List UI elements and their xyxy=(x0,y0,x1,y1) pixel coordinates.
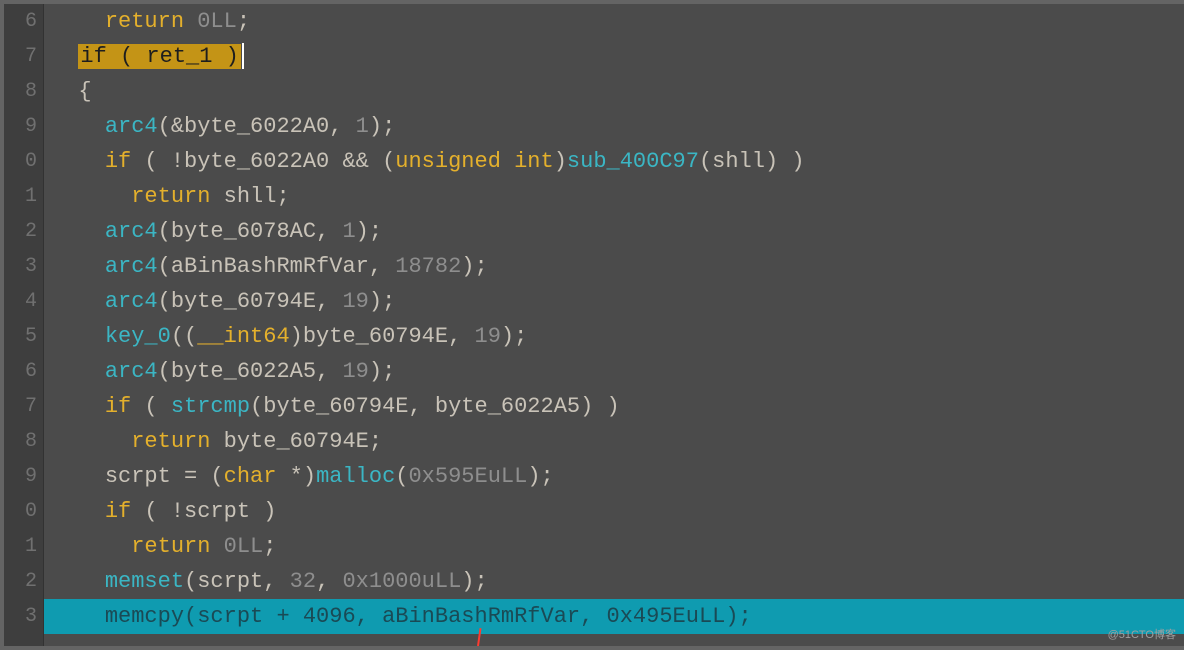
line-number: 8 xyxy=(4,424,43,459)
code-line[interactable]: if ( !scrpt ) xyxy=(44,494,1184,529)
numeric-literal: 0LL xyxy=(197,9,237,34)
code-line[interactable]: arc4(&byte_6022A0, 1); xyxy=(44,109,1184,144)
line-number: 5 xyxy=(4,319,43,354)
function-call: malloc xyxy=(316,464,395,489)
identifier: byte_6022A5 xyxy=(435,394,580,419)
code-line[interactable]: arc4(byte_6078AC, 1); xyxy=(44,214,1184,249)
function-call: arc4 xyxy=(105,254,158,279)
numeric-literal: 19 xyxy=(342,359,368,384)
function-call: memcpy xyxy=(105,604,184,629)
keyword-return: return xyxy=(131,184,210,209)
line-number: 1 xyxy=(4,529,43,564)
brace-open: { xyxy=(78,79,91,104)
line-number: 7 xyxy=(4,389,43,424)
code-line-current[interactable]: memcpy(scrpt + 4096, aBinBashRmRfVar, 0x… xyxy=(44,599,1184,634)
keyword-return: return xyxy=(131,534,210,559)
identifier: shll xyxy=(712,149,765,174)
type-cast: __int64 xyxy=(197,324,289,349)
numeric-literal: 19 xyxy=(475,324,501,349)
numeric-literal: 1 xyxy=(342,219,355,244)
code-line[interactable]: { xyxy=(44,74,1184,109)
line-number: 8 xyxy=(4,74,43,109)
identifier: byte_6022A5 xyxy=(171,359,316,384)
function-call: memset xyxy=(105,569,184,594)
line-number: 3 xyxy=(4,249,43,284)
identifier: byte_60794E xyxy=(224,429,369,454)
identifier: byte_6022A0 xyxy=(184,114,329,139)
line-number: 3 xyxy=(4,599,43,634)
function-call: sub_400C97 xyxy=(567,149,699,174)
line-number: 0 xyxy=(4,144,43,179)
text-cursor xyxy=(242,43,244,69)
function-call: arc4 xyxy=(105,114,158,139)
function-call: arc4 xyxy=(105,359,158,384)
code-line[interactable]: memset(scrpt, 32, 0x1000uLL); xyxy=(44,564,1184,599)
identifier: aBinBashRmRfVar xyxy=(171,254,369,279)
line-number: 9 xyxy=(4,109,43,144)
numeric-literal: 0x1000uLL xyxy=(342,569,461,594)
identifier: byte_60794E xyxy=(263,394,408,419)
code-line[interactable]: arc4(aBinBashRmRfVar, 18782); xyxy=(44,249,1184,284)
code-line[interactable]: return 0LL; xyxy=(44,529,1184,564)
code-line[interactable]: if ( !byte_6022A0 && (unsigned int)sub_4… xyxy=(44,144,1184,179)
code-line[interactable]: scrpt = (char *)malloc(0x595EuLL); xyxy=(44,459,1184,494)
numeric-literal: 32 xyxy=(290,569,316,594)
type-cast: unsigned int xyxy=(395,149,553,174)
keyword-return: return xyxy=(131,429,210,454)
code-line[interactable]: if ( ret_1 ) xyxy=(44,39,1184,74)
line-number: 9 xyxy=(4,459,43,494)
code-editor[interactable]: 6 7 8 9 0 1 2 3 4 5 6 7 8 9 0 1 2 3 retu… xyxy=(0,0,1184,650)
identifier: byte_6022A0 xyxy=(184,149,329,174)
line-number: 2 xyxy=(4,564,43,599)
identifier: scrpt xyxy=(197,604,263,629)
line-number: 0 xyxy=(4,494,43,529)
line-number: 7 xyxy=(4,39,43,74)
identifier: scrpt xyxy=(105,464,171,489)
numeric-literal: 0x495EuLL xyxy=(607,604,726,629)
identifier: shll xyxy=(224,184,277,209)
numeric-literal: 18782 xyxy=(395,254,461,279)
keyword-if: if xyxy=(105,499,131,524)
line-number-gutter: 6 7 8 9 0 1 2 3 4 5 6 7 8 9 0 1 2 3 xyxy=(4,4,44,646)
code-line[interactable]: return byte_60794E; xyxy=(44,424,1184,459)
function-call: arc4 xyxy=(105,219,158,244)
code-area[interactable]: return 0LL; if ( ret_1 ) { arc4(&byte_60… xyxy=(44,4,1184,646)
keyword-if: if xyxy=(105,149,131,174)
code-line[interactable]: arc4(byte_6022A5, 19); xyxy=(44,354,1184,389)
function-call: arc4 xyxy=(105,289,158,314)
numeric-literal: 0x595EuLL xyxy=(408,464,527,489)
identifier: aBinBashRmRfVar xyxy=(382,604,580,629)
line-number: 6 xyxy=(4,354,43,389)
numeric-literal: 19 xyxy=(342,289,368,314)
identifier: scrpt xyxy=(197,569,263,594)
line-number: 4 xyxy=(4,284,43,319)
highlighted-if-condition: if ( ret_1 ) xyxy=(78,44,240,69)
function-call: strcmp xyxy=(171,394,250,419)
numeric-literal: 4096 xyxy=(303,604,356,629)
identifier: byte_60794E xyxy=(303,324,448,349)
indent xyxy=(52,44,78,69)
code-line[interactable]: return shll; xyxy=(44,179,1184,214)
function-call: key_0 xyxy=(105,324,171,349)
code-line[interactable]: if ( strcmp(byte_60794E, byte_6022A5) ) xyxy=(44,389,1184,424)
keyword-if: if xyxy=(105,394,131,419)
line-number: 1 xyxy=(4,179,43,214)
type-cast: char xyxy=(224,464,277,489)
numeric-literal: 0LL xyxy=(224,534,264,559)
line-number: 6 xyxy=(4,4,43,39)
numeric-literal: 1 xyxy=(356,114,369,139)
keyword-return: return xyxy=(105,9,184,34)
code-line[interactable]: arc4(byte_60794E, 19); xyxy=(44,284,1184,319)
code-line[interactable]: key_0((__int64)byte_60794E, 19); xyxy=(44,319,1184,354)
indent xyxy=(52,9,105,34)
identifier: scrpt xyxy=(184,499,250,524)
code-line[interactable]: return 0LL; xyxy=(44,4,1184,39)
watermark-text: @51CTO博客 xyxy=(1108,626,1176,642)
identifier: byte_6078AC xyxy=(171,219,316,244)
indent xyxy=(52,79,78,104)
identifier: byte_60794E xyxy=(171,289,316,314)
line-number: 2 xyxy=(4,214,43,249)
